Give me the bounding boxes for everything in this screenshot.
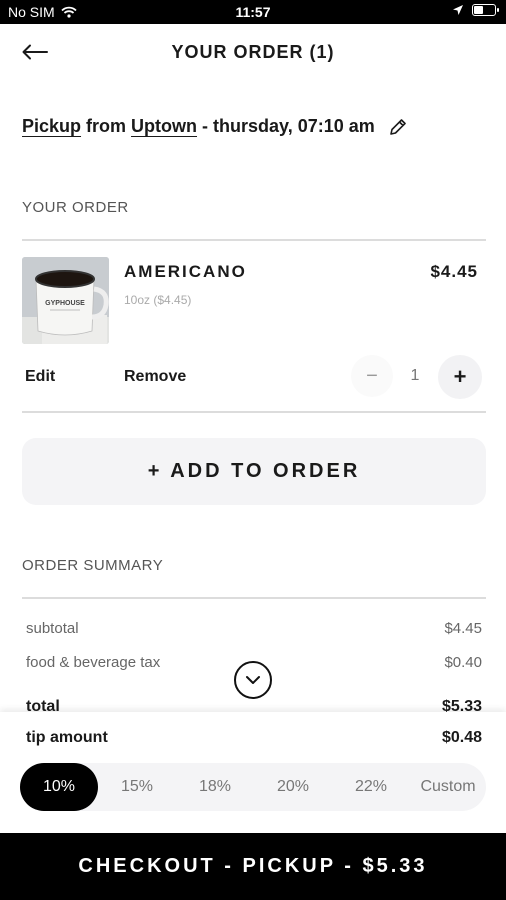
decrease-quantity-button[interactable]: − — [351, 355, 393, 397]
edit-item-button[interactable]: Edit — [25, 368, 55, 386]
tip-option-custom[interactable]: Custom — [410, 763, 486, 811]
summary-row-subtotal: subtotal $4.45 — [26, 620, 482, 637]
mug-brand-text: GYPHOUSE — [45, 300, 85, 307]
pickup-mode-link[interactable]: Pickup — [22, 116, 81, 137]
tip-option-20[interactable]: 20% — [254, 763, 332, 811]
location-arrow-icon — [453, 5, 463, 15]
item-price: $4.45 — [430, 262, 478, 281]
pickup-datetime: - thursday, 07:10 am — [202, 116, 375, 136]
tip-label: tip amount — [26, 729, 108, 746]
header: YOUR ORDER (1) — [0, 30, 506, 74]
divider — [22, 239, 486, 241]
tip-option-15[interactable]: 15% — [98, 763, 176, 811]
pickup-details: Pickup from Uptown - thursday, 07:10 am — [22, 116, 408, 137]
summary-value: $0.40 — [444, 654, 482, 671]
item-name: AMERICANO — [124, 262, 247, 281]
battery-icon — [472, 4, 499, 16]
tip-option-22[interactable]: 22% — [332, 763, 410, 811]
divider — [22, 597, 486, 599]
quantity-value: 1 — [410, 367, 420, 384]
page-title: YOUR ORDER (1) — [171, 42, 335, 62]
tip-option-10[interactable]: 10% — [20, 763, 98, 811]
pickup-from-text: from — [86, 116, 127, 136]
mug-image: GYPHOUSE — [22, 257, 109, 344]
status-time: 11:57 — [235, 4, 271, 20]
increase-quantity-button[interactable]: + — [438, 355, 482, 399]
checkout-button[interactable]: CHECKOUT - PICKUP - $5.33 — [0, 833, 506, 900]
tip-options: 10% 15% 18% 20% 22% Custom — [20, 763, 486, 811]
item-image: GYPHOUSE — [22, 257, 109, 344]
summary-value: $4.45 — [444, 620, 482, 637]
edit-pickup-button[interactable] — [388, 117, 408, 137]
summary-label: food & beverage tax — [26, 654, 161, 671]
tip-panel: tip amount $0.48 10% 15% 18% 20% 22% Cus… — [0, 712, 506, 833]
pickup-location-link[interactable]: Uptown — [131, 116, 197, 137]
item-size: 10oz ($4.45) — [124, 293, 192, 307]
add-to-order-button[interactable]: + ADD TO ORDER — [22, 438, 486, 505]
minus-icon: − — [366, 364, 378, 387]
plus-icon: + — [453, 364, 467, 389]
your-order-heading: YOUR ORDER — [22, 199, 129, 216]
divider — [22, 411, 486, 413]
order-summary-heading: ORDER SUMMARY — [22, 557, 164, 574]
summary-label: subtotal — [26, 620, 79, 637]
remove-item-button[interactable]: Remove — [124, 368, 186, 386]
collapse-summary-button[interactable] — [234, 661, 272, 699]
chevron-down-icon — [246, 676, 260, 684]
status-right-group — [452, 4, 499, 16]
status-bar: No SIM 11:57 — [0, 0, 506, 24]
tip-option-18[interactable]: 18% — [176, 763, 254, 811]
pencil-icon — [389, 118, 406, 135]
tip-amount: $0.48 — [441, 729, 482, 746]
